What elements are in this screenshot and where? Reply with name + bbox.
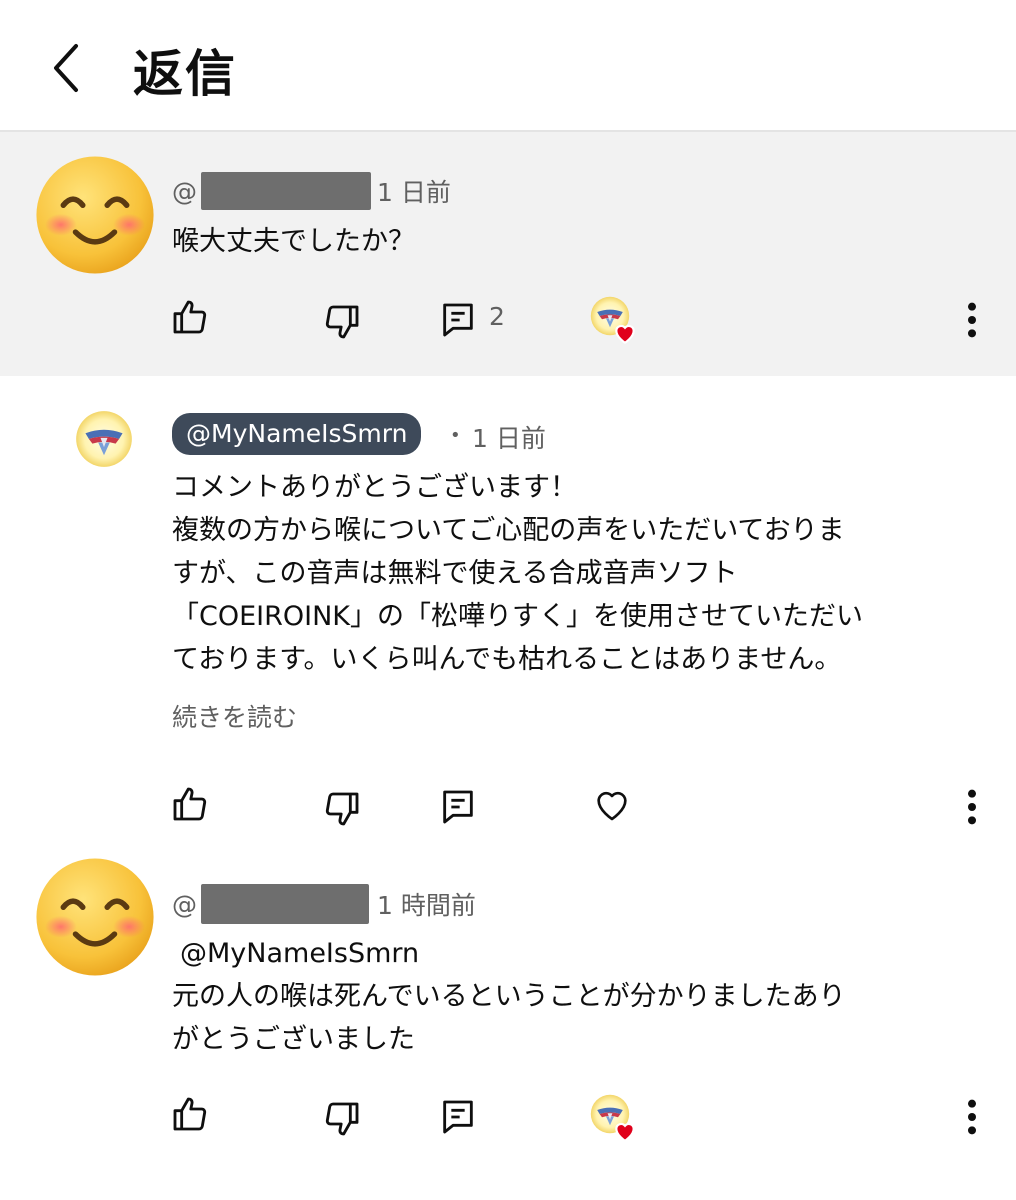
creator-heart-badge [590, 296, 634, 340]
heart-icon [612, 1118, 638, 1144]
reply-line: 「COEIROINK」の「松嘩りすく」を使用させていただい [172, 601, 864, 632]
avatar[interactable] [75, 410, 133, 468]
comment-meta: @ 1 時間前 [172, 884, 476, 924]
mention-link[interactable]: @MyNameIsSmrn [180, 932, 419, 975]
heart-icon [612, 320, 638, 346]
reply-line: コメントありがとうございます！ [172, 472, 577, 503]
parent-comment: @ 1 日前 喉大丈夫でしたか？ 2 [0, 132, 1016, 376]
thumbs-up-icon[interactable] [170, 1094, 210, 1134]
owner-handle-chip[interactable]: @MyNameIsSmrn [172, 413, 422, 455]
avatar[interactable] [34, 856, 156, 978]
timestamp: 1 日前 [377, 178, 451, 207]
more-vertical-icon[interactable] [966, 300, 978, 340]
avatar[interactable] [34, 154, 156, 276]
thumbs-down-icon[interactable] [322, 1099, 362, 1139]
thumbs-up-icon[interactable] [170, 784, 210, 824]
comment-meta: @ 1 日前 [172, 172, 451, 210]
handle-prefix: @ [172, 889, 197, 919]
timestamp: 1 日前 [472, 424, 546, 453]
top-bar: 返信 [0, 0, 1016, 130]
creator-heart-badge [590, 1094, 634, 1138]
more-vertical-icon[interactable] [966, 1097, 978, 1137]
comment-icon[interactable] [438, 1097, 478, 1137]
handle-prefix: @ [172, 176, 197, 206]
chevron-left-icon[interactable] [44, 38, 94, 98]
thumbs-down-icon[interactable] [322, 302, 362, 342]
redacted-handle [201, 884, 369, 924]
reply-line: 元の人の喉は死んでいるということが分かりましたあり [172, 981, 846, 1012]
meta-separator: • [450, 425, 461, 446]
reply-line: すが、この音声は無料で使える合成音声ソフト [172, 558, 738, 589]
thumbs-down-icon[interactable] [322, 789, 362, 829]
thumbs-up-icon[interactable] [170, 297, 210, 337]
comment-text: 喉大丈夫でしたか？ [172, 226, 415, 257]
reply-text: 元の人の喉は死んでいるということが分かりましたあり がとうございました [172, 975, 846, 1061]
read-more-link[interactable]: 続きを読む [172, 698, 297, 734]
reply-text: コメントありがとうございます！ 複数の方から喉についてご心配の声をいただいており… [172, 466, 863, 681]
heart-icon[interactable] [592, 784, 632, 824]
more-vertical-icon[interactable] [966, 787, 978, 827]
reply-count[interactable]: 2 [489, 302, 505, 331]
reply-line: 複数の方から喉についてご心配の声をいただいておりま [172, 515, 845, 546]
comment-icon[interactable] [438, 787, 478, 827]
page-title: 返信 [133, 45, 237, 103]
comment-icon[interactable] [438, 300, 478, 340]
timestamp: 1 時間前 [377, 891, 476, 920]
reply-line: ております。いくら叫んでも枯れることはありません。 [172, 644, 842, 675]
redacted-handle [201, 172, 371, 210]
reply-line: がとうございました [172, 1024, 415, 1055]
